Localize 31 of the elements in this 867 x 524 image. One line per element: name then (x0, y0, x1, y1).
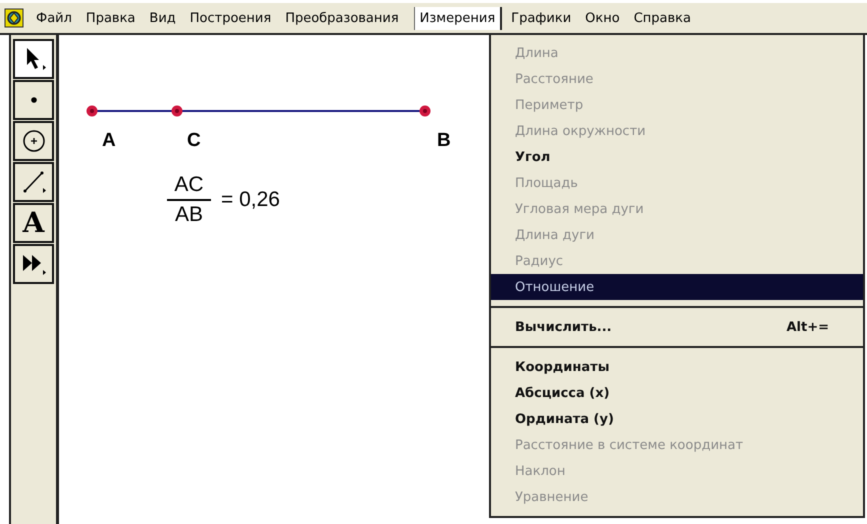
tool-button[interactable] (13, 121, 54, 161)
point-label: B (437, 130, 451, 152)
tool-button[interactable] (13, 162, 54, 202)
fraction-denominator: AB (174, 203, 203, 227)
tool-button[interactable] (13, 80, 54, 120)
dot-icon (30, 97, 36, 103)
menu-bar-item[interactable]: Преобразования (280, 6, 404, 30)
menu-item[interactable]: Ордината (y) (491, 406, 863, 432)
menu-bar-item[interactable]: Вид (144, 6, 181, 30)
ratio-value: = 0,26 (221, 188, 280, 212)
menu-bar-item[interactable]: Измерения (414, 6, 502, 30)
tool-button[interactable] (13, 244, 54, 284)
fraction-numerator: AC (174, 173, 204, 197)
menu-bar-item[interactable]: Правка (80, 6, 140, 30)
menu-bar-item[interactable]: Файл (31, 6, 77, 30)
point-icon[interactable] (85, 104, 99, 118)
tool-button[interactable]: A (13, 203, 54, 243)
point-icon[interactable] (170, 104, 184, 118)
point-icon[interactable] (418, 104, 432, 118)
app-logo-icon (4, 8, 24, 28)
menu-bar-item[interactable]: Построения (184, 6, 276, 30)
menu-item[interactable]: Координаты (491, 354, 863, 380)
menu-bar-item[interactable]: Справка (628, 6, 696, 30)
point-label: C (187, 130, 201, 152)
point-label: A (102, 130, 116, 152)
tool-button[interactable] (13, 39, 54, 79)
menu-item[interactable]: Абсцисса (x) (491, 380, 863, 406)
menu-item[interactable]: Угол (491, 144, 863, 170)
menu-bar-item[interactable]: Графики (506, 6, 576, 30)
menu-item[interactable]: Вычислить... Alt+= (491, 314, 863, 340)
menu-bar-item[interactable]: Окно (580, 6, 625, 30)
